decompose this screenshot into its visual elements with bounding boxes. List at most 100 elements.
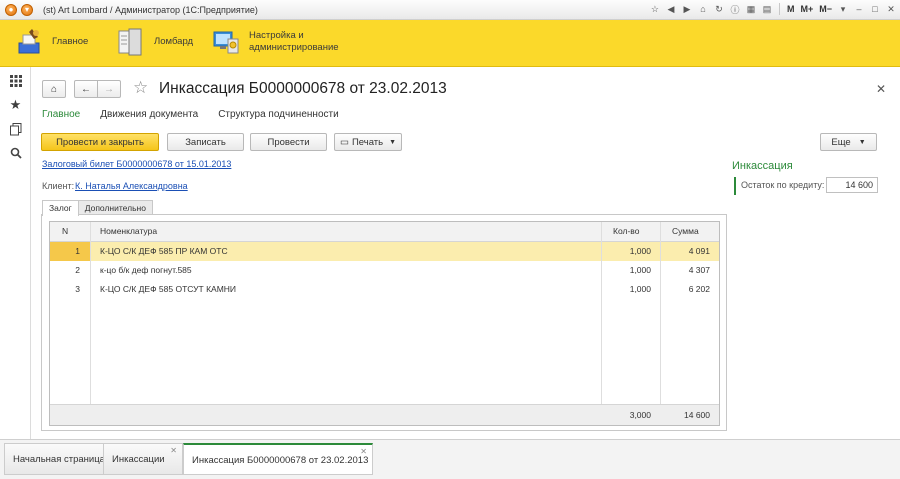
maximize-icon[interactable]: □: [868, 2, 882, 16]
table-row[interactable]: 3 К-ЦО С/К ДЕФ 585 ОТСУТ КАМНИ 1,000 6 2…: [50, 280, 719, 299]
section-main-label: Главное: [52, 36, 89, 47]
tab-panel-pledge: N Номенклатура Кол-во Сумма 1 К-ЦО С/К Д…: [41, 214, 727, 431]
back-arrow-icon: ←: [81, 83, 91, 95]
post-and-close-button[interactable]: Провести и закрыть: [41, 133, 159, 151]
print-button-label: Печать: [351, 136, 384, 148]
favorite-star-icon[interactable]: ☆: [133, 78, 148, 98]
forward-arrow-icon: →: [104, 83, 114, 95]
window-tab-collections[interactable]: Инкассации ✕: [103, 443, 183, 475]
section-settings-label-line1: Настройка и: [249, 30, 304, 41]
search-icon[interactable]: [0, 141, 31, 165]
window-tab-label: Инкассация Б0000000678 от 23.02.2013: [192, 455, 369, 466]
row-number: 2: [75, 265, 80, 275]
chevron-down-icon: ▼: [389, 138, 397, 146]
credit-balance-input[interactable]: 14 600: [826, 177, 878, 193]
nav-tab-main[interactable]: Главное: [42, 109, 80, 120]
window-calc-icon[interactable]: ▦: [744, 2, 758, 16]
window-titlebar: ● ▾ (st) Art Lombard / Администратор (1С…: [0, 0, 900, 20]
save-button[interactable]: Записать: [167, 133, 244, 151]
column-divider: [90, 222, 91, 425]
window-dropdown-icon[interactable]: ▾: [836, 2, 850, 16]
print-button[interactable]: ▭ Печать ▼: [334, 133, 402, 151]
section-main[interactable]: Главное: [14, 27, 88, 57]
row-item: К-ЦО С/К ДЕФ 585 ПР КАМ ОТС: [100, 246, 228, 256]
close-window-icon[interactable]: ✕: [884, 2, 898, 16]
back-button[interactable]: ←: [74, 80, 98, 98]
nav-tab-structure[interactable]: Структура подчиненности: [218, 109, 338, 120]
nav-tab-movements[interactable]: Движения документа: [100, 109, 198, 120]
table-row[interactable]: 2 к-цо б/к деф погнут.585 1,000 4 307: [50, 261, 719, 280]
row-number: 3: [75, 284, 80, 294]
open-windows-bar: Начальная страница Инкассации ✕ Инкассац…: [0, 439, 900, 479]
memory-minus-button[interactable]: M−: [817, 2, 834, 16]
row-qty: 1,000: [629, 265, 651, 275]
lombard-section-icon: [116, 27, 146, 57]
client-label: Клиент:: [42, 181, 75, 191]
section-settings-label: Настройка и администрирование: [249, 30, 339, 54]
window-toolbar: ☆ ◀ ▶ ⌂ ↻ ⓘ ▦ ▤ M M+ M− ▾ – □ ✕: [648, 2, 898, 16]
field-accent-bar: [734, 177, 736, 195]
memory-button[interactable]: M: [785, 2, 797, 16]
memory-plus-button[interactable]: M+: [798, 2, 815, 16]
column-header-qty[interactable]: Кол-во: [613, 222, 639, 241]
footer-qty-total: 3,000: [629, 410, 651, 420]
section-settings-label-line2: администрирование: [249, 42, 339, 53]
tab-additional[interactable]: Дополнительно: [77, 200, 153, 215]
section-lombard[interactable]: Ломбард: [116, 27, 193, 57]
table-row[interactable]: 1 К-ЦО С/К ДЕФ 585 ПР КАМ ОТС 1,000 4 09…: [50, 242, 719, 261]
settings-section-icon: [211, 27, 241, 57]
pledge-ticket-link[interactable]: Залоговый билет Б0000000678 от 15.01.201…: [42, 159, 231, 169]
printer-icon: ▭: [339, 136, 349, 148]
form-navigation: Главное Движения документа Структура под…: [42, 109, 359, 120]
window-refresh-icon[interactable]: ↻: [712, 2, 726, 16]
close-tab-icon[interactable]: ✕: [360, 436, 367, 468]
column-header-sum[interactable]: Сумма: [672, 222, 699, 241]
column-header-item[interactable]: Номенклатура: [100, 222, 157, 241]
toolbar-divider: [778, 3, 780, 15]
minimize-icon[interactable]: –: [852, 2, 866, 16]
chevron-down-icon: ▼: [858, 138, 866, 146]
app-menu-icon[interactable]: ▾: [21, 3, 33, 16]
row-item: к-цо б/к деф погнут.585: [100, 265, 192, 275]
window-tab-label: Начальная страница: [13, 454, 105, 465]
section-settings[interactable]: Настройка и администрирование: [211, 27, 339, 57]
window-calendar-icon[interactable]: ▤: [760, 2, 774, 16]
row-sum: 6 202: [688, 284, 710, 294]
column-divider: [660, 222, 661, 425]
forward-button[interactable]: →: [97, 80, 121, 98]
more-button-label: Еще: [831, 136, 851, 148]
window-tab-home[interactable]: Начальная страница: [4, 443, 105, 475]
history-icon[interactable]: [0, 117, 31, 141]
home-icon: ⌂: [50, 83, 58, 95]
window-back-icon[interactable]: ◀: [664, 2, 678, 16]
row-sum: 4 307: [688, 265, 710, 275]
table-header: N Номенклатура Кол-во Сумма: [50, 222, 719, 242]
row-sum: 4 091: [688, 246, 710, 256]
more-button[interactable]: Еще ▼: [820, 133, 877, 151]
window-tab-current-document[interactable]: Инкассация Б0000000678 от 23.02.2013 ✕: [183, 443, 373, 475]
close-form-icon[interactable]: ✕: [876, 82, 886, 96]
window-info-icon[interactable]: ⓘ: [728, 2, 742, 16]
left-function-panel: ★: [0, 67, 31, 439]
window-forward-icon[interactable]: ▶: [680, 2, 694, 16]
apps-grid-icon[interactable]: [0, 69, 31, 93]
client-link[interactable]: К. Наталья Александровна: [75, 181, 188, 191]
window-home-icon[interactable]: ⌂: [696, 2, 710, 16]
window-star-icon[interactable]: ☆: [648, 2, 662, 16]
post-button[interactable]: Провести: [250, 133, 327, 151]
tab-pledge[interactable]: Залог: [42, 200, 79, 216]
row-qty: 1,000: [629, 246, 651, 256]
close-tab-icon[interactable]: ✕: [170, 435, 177, 467]
page-title: Инкассация Б0000000678 от 23.02.2013: [159, 80, 447, 97]
home-button[interactable]: ⌂: [42, 80, 66, 98]
row-item: К-ЦО С/К ДЕФ 585 ОТСУТ КАМНИ: [100, 284, 237, 294]
credit-balance-label: Остаток по кредиту:: [741, 180, 825, 190]
app-logo-icon: ●: [5, 3, 17, 16]
main-section-icon: [14, 27, 44, 57]
table-footer: 3,000 14 600: [50, 404, 719, 425]
section-lombard-label: Ломбард: [154, 36, 194, 47]
column-header-n[interactable]: N: [62, 222, 68, 241]
favorites-star-icon[interactable]: ★: [0, 93, 31, 117]
credit-balance-field: Остаток по кредиту: 14 600: [734, 177, 880, 195]
items-table[interactable]: N Номенклатура Кол-во Сумма 1 К-ЦО С/К Д…: [49, 221, 720, 426]
